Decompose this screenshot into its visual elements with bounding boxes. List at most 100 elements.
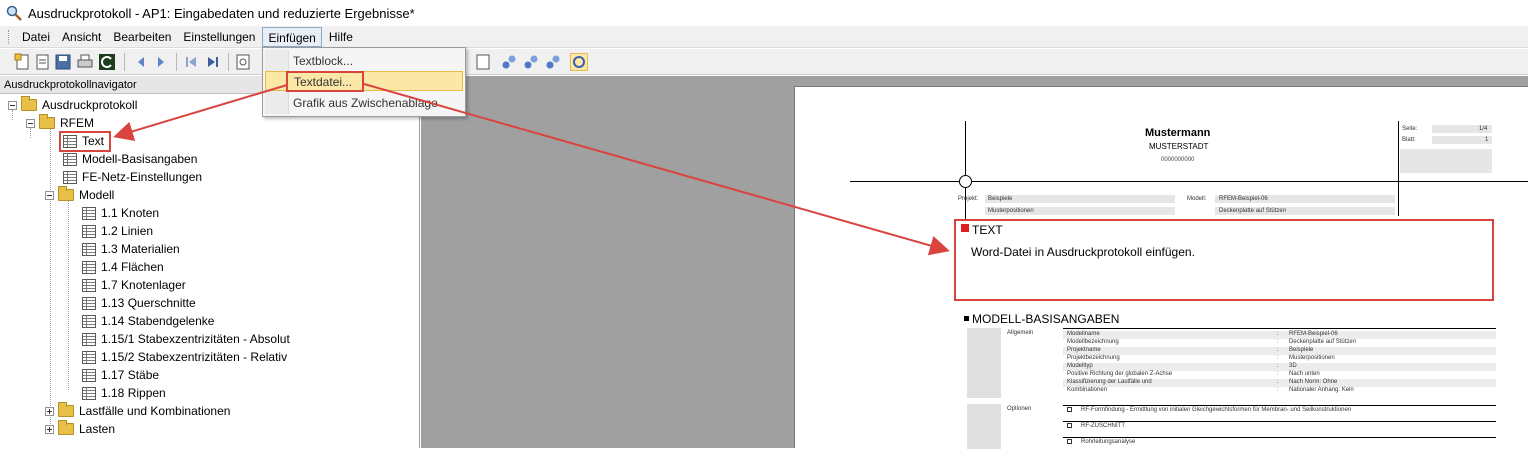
expand-icon[interactable] xyxy=(45,406,54,416)
tree-item-stabendgelenke[interactable]: 1.14 Stabendgelenke xyxy=(82,312,214,330)
tree-item-label: Modell xyxy=(79,188,115,202)
menu-ansicht[interactable]: Ansicht xyxy=(57,27,106,47)
projekt-value: Beispiele xyxy=(988,196,1013,202)
search-icon[interactable] xyxy=(570,53,588,71)
tree-item-label: 1.2 Linien xyxy=(101,224,154,238)
basis-key: Modellname xyxy=(1067,331,1100,337)
modell-sub: Deckenplatte auf Stützen xyxy=(1219,208,1287,214)
window-title: Ausdruckprotokoll - AP1: Eingabedaten un… xyxy=(28,5,415,21)
projekt-field xyxy=(985,195,1175,203)
toolbar-separator xyxy=(228,53,229,71)
checkbox xyxy=(1067,407,1072,412)
basis-value: 3D xyxy=(1289,363,1297,369)
blatt-field xyxy=(1432,136,1492,144)
open-icon[interactable] xyxy=(34,53,52,71)
new-page-icon[interactable] xyxy=(14,53,32,71)
basis-key: Projektbezeichnung xyxy=(1067,355,1120,361)
menu-einfuegen[interactable]: Einfügen xyxy=(262,26,322,47)
print-icon[interactable] xyxy=(76,53,94,71)
tree-item-label: 1.3 Materialien xyxy=(101,242,180,256)
table-icon xyxy=(82,386,96,400)
basis-colon: : xyxy=(1277,371,1279,377)
section-marker xyxy=(964,316,969,321)
checkbox xyxy=(1067,423,1072,428)
link-icon[interactable] xyxy=(500,53,518,71)
seite-value: 1/4 xyxy=(1479,126,1488,132)
collapse-icon[interactable] xyxy=(45,190,54,200)
table-icon xyxy=(63,170,77,184)
tree-item-label: 1.1 Knoten xyxy=(101,206,160,220)
tree-item-linien[interactable]: 1.2 Linien xyxy=(82,222,153,240)
table-rule xyxy=(1063,421,1496,422)
table-rule xyxy=(1063,405,1496,406)
menu-bearbeiten[interactable]: Bearbeiten xyxy=(108,27,176,47)
basis-colon: : xyxy=(1277,387,1279,393)
menu-hilfe[interactable]: Hilfe xyxy=(324,27,358,47)
tree-item-flaechen[interactable]: 1.4 Flächen xyxy=(82,258,164,276)
page-icon[interactable] xyxy=(474,53,492,71)
table-icon xyxy=(82,206,96,220)
basis-colon: : xyxy=(1277,363,1279,369)
tree-item-modell[interactable]: Modell xyxy=(45,186,114,204)
basis-key: Positive Richtung der globalen Z-Achse xyxy=(1067,371,1173,377)
navigator-panel: Ausdruckprotokollnavigator Ausdruckproto… xyxy=(0,76,420,448)
table-rule xyxy=(1063,437,1496,438)
basis-key: Kombinationen xyxy=(1067,387,1108,393)
tree-item-lasten[interactable]: Lasten xyxy=(45,420,115,438)
tree-item-staebe[interactable]: 1.17 Stäbe xyxy=(82,366,159,384)
tree-item-lastfaelle[interactable]: Lastfälle und Kombinationen xyxy=(45,402,230,420)
link-icon[interactable] xyxy=(544,53,562,71)
refresh-icon[interactable] xyxy=(98,53,116,71)
tree-item-stabexz-relativ[interactable]: 1.15/2 Stabexzentrizitäten - Relativ xyxy=(82,348,287,366)
tree-item-label: Ausdruckprotokoll xyxy=(42,98,138,112)
tree-item-label: Lastfälle und Kombinationen xyxy=(79,404,231,418)
expand-icon[interactable] xyxy=(45,424,54,434)
tree-item-label: 1.17 Stäbe xyxy=(101,368,160,382)
blatt-value: 1 xyxy=(1485,137,1489,143)
title-bar: Ausdruckprotokoll - AP1: Eingabedaten un… xyxy=(0,0,1528,26)
link-icon[interactable] xyxy=(522,53,540,71)
tree-item-querschnitte[interactable]: 1.13 Querschnitte xyxy=(82,294,196,312)
frame-line xyxy=(965,121,966,221)
menu-einstellungen[interactable]: Einstellungen xyxy=(178,27,260,47)
collapse-icon[interactable] xyxy=(8,100,17,110)
menu-item-textblock[interactable]: Textblock... xyxy=(265,51,463,71)
tree-item-materialien[interactable]: 1.3 Materialien xyxy=(82,240,180,258)
tree-item-label: FE-Netz-Einstellungen xyxy=(82,170,203,184)
folder-icon xyxy=(58,420,74,435)
menu-bar: Datei Ansicht Bearbeiten Einstellungen E… xyxy=(0,26,1528,48)
table-icon xyxy=(82,278,96,292)
previous-icon[interactable] xyxy=(132,53,150,71)
first-page-icon[interactable] xyxy=(182,53,200,71)
tree-item-label: Lasten xyxy=(79,422,116,436)
basis-key: Klassifizierung der Lastfälle und xyxy=(1067,379,1152,385)
basis-value: Deckenplatte auf Stützen xyxy=(1289,339,1357,345)
tree-item-knoten[interactable]: 1.1 Knoten xyxy=(82,204,159,222)
folder-icon xyxy=(58,402,74,417)
table-icon xyxy=(82,314,96,328)
option-label: RF-ZUSCHNITT xyxy=(1081,423,1125,429)
last-page-icon[interactable] xyxy=(204,53,222,71)
tree-item-stabexz-absolut[interactable]: 1.15/1 Stabexzentrizitäten - Absolut xyxy=(82,330,290,348)
tree-item-rippen[interactable]: 1.18 Rippen xyxy=(82,384,166,402)
company-zip: 0000000000 xyxy=(1161,157,1195,163)
menu-item-grafik[interactable]: Grafik aus Zwischenablage xyxy=(265,93,463,113)
allgemein-label: Allgemein xyxy=(1007,330,1034,336)
save-icon[interactable] xyxy=(54,53,72,71)
tree-item-ausdruckprotokoll[interactable]: Ausdruckprotokoll xyxy=(8,96,137,114)
next-icon[interactable] xyxy=(152,53,170,71)
tree-item-rfem[interactable]: RFEM xyxy=(26,114,94,132)
tree-line xyxy=(68,200,69,390)
tree-item-modell-basisangaben[interactable]: Modell-Basisangaben xyxy=(63,150,197,168)
frame-line xyxy=(1398,121,1399,216)
page-settings-icon[interactable] xyxy=(234,53,252,71)
menu-datei[interactable]: Datei xyxy=(17,27,55,47)
tree-item-fe-netz[interactable]: FE-Netz-Einstellungen xyxy=(63,168,202,186)
highlight-frame xyxy=(59,131,111,152)
seite-label: Seite: xyxy=(1402,126,1418,132)
collapse-icon[interactable] xyxy=(26,118,35,128)
tree-item-label: 1.4 Flächen xyxy=(101,260,164,274)
table-row-bg xyxy=(1063,331,1496,339)
basis-colon: : xyxy=(1277,379,1279,385)
tree-item-knotenlager[interactable]: 1.7 Knotenlager xyxy=(82,276,186,294)
